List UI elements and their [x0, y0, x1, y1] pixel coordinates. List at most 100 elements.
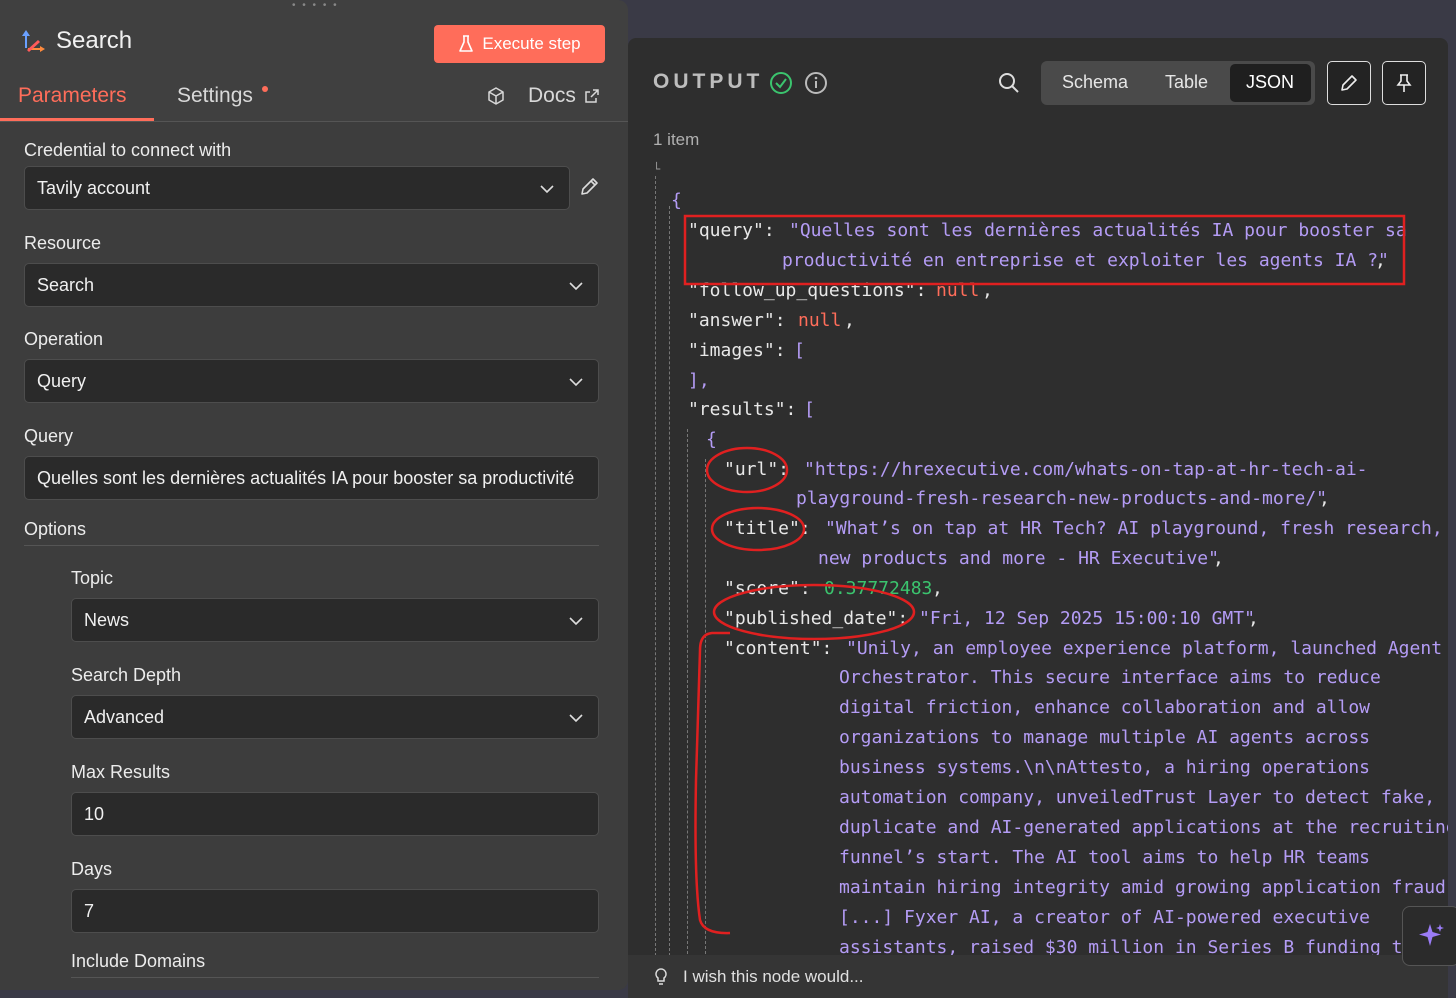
- indent-guide: [687, 429, 688, 959]
- json-open-brace: {: [706, 429, 717, 450]
- ai-assistant-button[interactable]: [1402, 906, 1456, 966]
- resource-select[interactable]: Search: [24, 263, 599, 307]
- chevron-down-icon: [569, 282, 583, 291]
- json-viewer[interactable]: └ { "query": "Quelles sont les dernières…: [628, 162, 1448, 959]
- view-switcher: Schema Table JSON: [1041, 61, 1315, 105]
- collapse-marker[interactable]: └: [653, 162, 660, 176]
- credential-select[interactable]: Tavily account: [24, 166, 570, 210]
- include-domains-divider: [71, 977, 599, 978]
- json-key-follow-up: "follow_up_questions":: [688, 280, 927, 301]
- credential-value: Tavily account: [37, 177, 151, 198]
- json-value-content-line: duplicate and AI-generated applications …: [839, 817, 1448, 838]
- max-results-input[interactable]: 10: [71, 792, 599, 836]
- indent-guide: [655, 176, 656, 956]
- json-key-title: "title":: [724, 518, 811, 539]
- chevron-down-icon: [569, 617, 583, 626]
- indent-guide: [705, 459, 706, 959]
- topic-value: News: [84, 609, 130, 630]
- json-value-title: "What’s on tap at HR Tech? AI playground…: [825, 518, 1443, 539]
- json-comma: ,: [1375, 250, 1386, 271]
- docs-label: Docs: [528, 84, 576, 107]
- days-label: Days: [71, 859, 113, 879]
- json-comma: ,: [982, 280, 993, 301]
- topic-select[interactable]: News: [71, 598, 599, 642]
- resource-value: Search: [37, 274, 95, 295]
- search-depth-select[interactable]: Advanced: [71, 695, 599, 739]
- json-comma: ,: [844, 310, 855, 331]
- node-title[interactable]: Search: [56, 27, 132, 55]
- query-label: Query: [24, 426, 74, 446]
- edit-output-button[interactable]: [1327, 61, 1371, 105]
- indent-guide: [669, 206, 670, 956]
- options-label: Options: [24, 519, 87, 539]
- json-key-query: "query":: [688, 220, 775, 241]
- success-check-icon: [770, 72, 792, 94]
- tab-settings[interactable]: Settings: [177, 84, 253, 108]
- chevron-down-icon: [569, 714, 583, 723]
- view-table[interactable]: Table: [1165, 72, 1208, 93]
- json-key-url: "url":: [724, 459, 790, 480]
- json-open-bracket: [: [794, 340, 805, 361]
- docs-link[interactable]: Docs: [528, 84, 600, 108]
- json-value-null: null: [936, 280, 980, 301]
- search-depth-label: Search Depth: [71, 665, 182, 685]
- info-icon[interactable]: [804, 71, 828, 95]
- output-panel: OUTPUT Schema Table JSON 1 item └ { "que…: [628, 38, 1448, 998]
- json-comma: ,: [1248, 608, 1259, 629]
- edit-credential-pencil-icon[interactable]: [578, 176, 600, 198]
- node-parameters-panel: • • • • • Search Execute step Parameters…: [0, 0, 628, 990]
- json-key-answer: "answer":: [688, 310, 786, 331]
- max-results-label: Max Results: [71, 762, 171, 782]
- view-json[interactable]: JSON: [1246, 72, 1294, 93]
- json-value-url: "https://hrexecutive.com/whats-on-tap-at…: [804, 459, 1368, 480]
- node-header: Search: [18, 26, 132, 56]
- lightbulb-icon: [655, 967, 667, 985]
- json-comma: ,: [932, 578, 943, 599]
- json-value-title-cont: new products and more - HR Executive": [818, 548, 1219, 569]
- json-value-content-line: [...] Fyxer AI, a creator of AI-powered …: [839, 907, 1371, 928]
- pin-output-button[interactable]: [1382, 61, 1426, 105]
- operation-select[interactable]: Query: [24, 359, 599, 403]
- drag-handle[interactable]: • • • • •: [292, 0, 339, 11]
- item-count: 1 item: [653, 130, 700, 149]
- json-key-content: "content":: [724, 638, 833, 659]
- execute-step-button[interactable]: Execute step: [434, 25, 605, 63]
- feedback-bar[interactable]: I wish this node would...: [628, 955, 1448, 998]
- operation-value: Query: [37, 370, 87, 391]
- active-tab-indicator: [0, 118, 154, 121]
- view-schema[interactable]: Schema: [1062, 72, 1128, 93]
- json-value-content-line: automation company, unveiledTrust Layer …: [839, 787, 1436, 808]
- json-key-results: "results":: [688, 399, 797, 420]
- pencil-icon: [1341, 75, 1357, 91]
- cube-icon[interactable]: [486, 86, 506, 106]
- resource-label: Resource: [24, 233, 102, 253]
- days-input[interactable]: 7: [71, 889, 599, 933]
- json-value-content-line: business systems.\n\nAttesto, a hiring o…: [839, 757, 1371, 778]
- json-value-score: 0.37772483: [824, 578, 933, 599]
- execute-step-label: Execute step: [482, 34, 581, 53]
- credential-label: Credential to connect with: [24, 140, 232, 160]
- tavily-node-icon: [22, 30, 45, 52]
- query-value: Quelles sont les dernières actualités IA…: [37, 467, 575, 488]
- external-link-icon: [585, 89, 599, 103]
- settings-changed-dot: [262, 86, 268, 92]
- search-icon[interactable]: [997, 71, 1021, 95]
- json-value-content-line: funnel’s start. The AI tool aims to help…: [839, 847, 1371, 868]
- json-value-query-cont: productivité en entreprise et exploiter …: [782, 250, 1389, 271]
- max-results-value: 10: [84, 803, 105, 824]
- feedback-text: I wish this node would...: [683, 966, 864, 986]
- json-value-url-cont: playground-fresh-research-new-products-a…: [796, 488, 1328, 509]
- output-title: OUTPUT: [653, 70, 764, 93]
- query-input[interactable]: Quelles sont les dernières actualités IA…: [24, 456, 599, 500]
- json-value-content-line: maintain hiring integrity amid growing a…: [839, 877, 1448, 898]
- search-depth-value: Advanced: [84, 706, 165, 727]
- json-open-brace: {: [671, 190, 682, 211]
- json-value-content: "Unily, an employee experience platform,…: [846, 638, 1443, 659]
- json-open-bracket: [: [804, 399, 815, 420]
- flask-icon: [459, 35, 474, 52]
- include-domains-label: Include Domains: [71, 951, 206, 971]
- json-key-published-date: "published_date":: [724, 608, 909, 629]
- tab-parameters[interactable]: Parameters: [18, 84, 127, 108]
- json-value-null: null: [798, 310, 842, 331]
- tab-bar: Parameters Settings Docs: [0, 78, 628, 122]
